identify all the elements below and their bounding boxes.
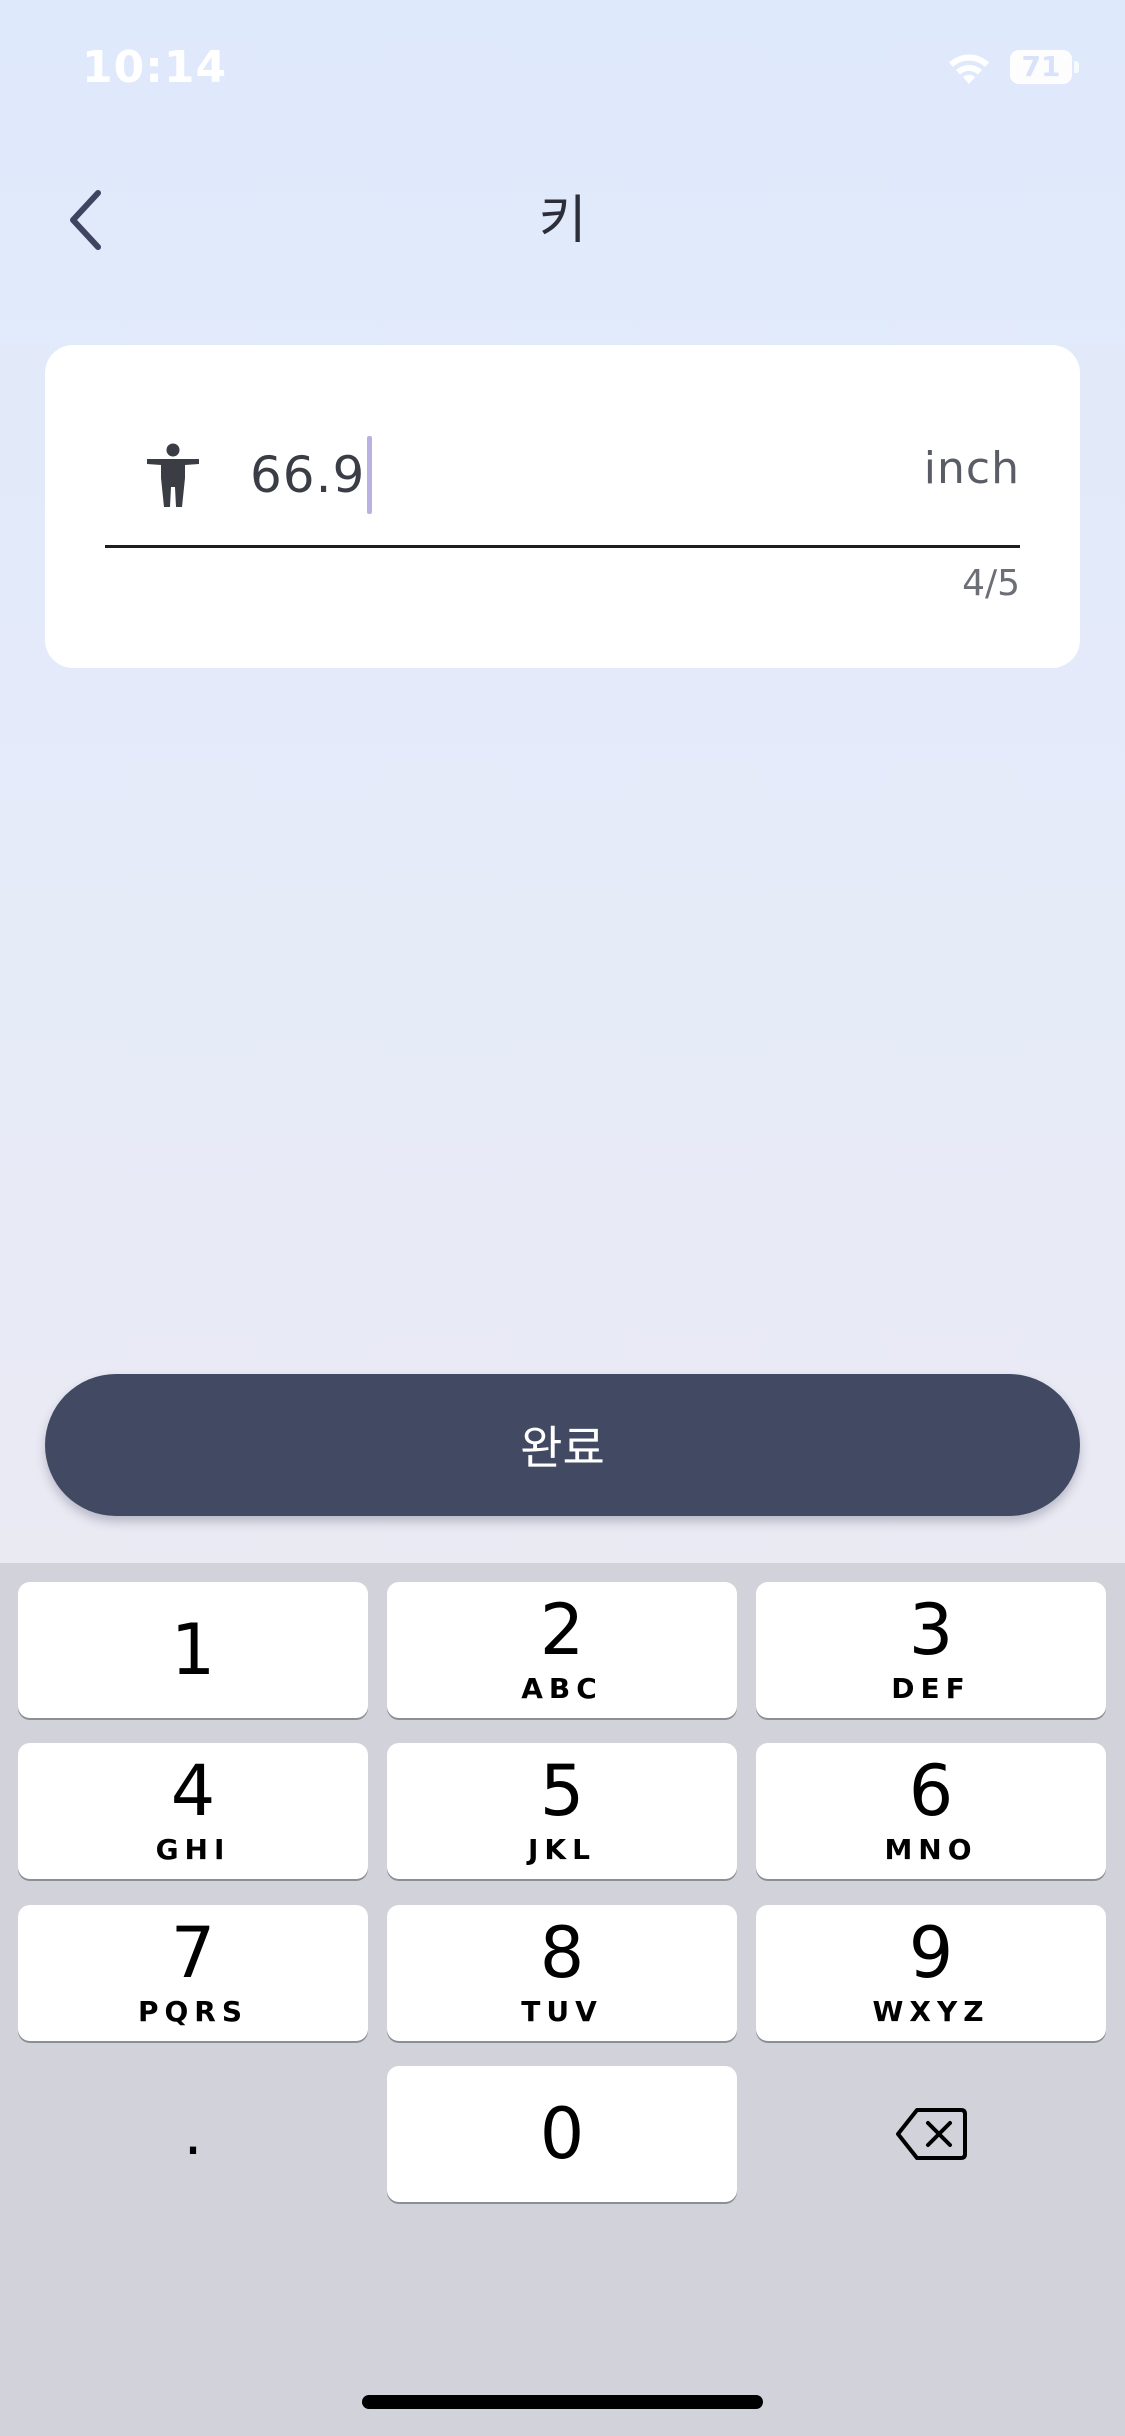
key-digit: 8 <box>539 1912 585 1994</box>
input-underline <box>105 545 1020 548</box>
key-digit: 3 <box>908 1589 954 1671</box>
key-digit: 9 <box>908 1912 954 1994</box>
page-title: 키 <box>538 191 587 251</box>
key-6[interactable]: 6 MNO <box>756 1743 1106 1879</box>
key-8[interactable]: 8 TUV <box>387 1905 737 2041</box>
key-digit: 5 <box>539 1750 585 1832</box>
key-letters: WXYZ <box>872 1995 990 2028</box>
key-letters: MNO <box>884 1833 978 1866</box>
unit-label: inch <box>923 443 1020 494</box>
done-button[interactable]: 완료 <box>45 1374 1080 1516</box>
key-letters: PQRS <box>137 1995 249 2028</box>
key-decimal-point[interactable]: . <box>18 2066 368 2202</box>
key-digit: 6 <box>908 1750 954 1832</box>
nav-bar: 키 <box>0 150 1125 280</box>
key-digit: 4 <box>170 1750 216 1832</box>
height-input[interactable]: 66.9 <box>250 435 810 515</box>
key-9[interactable]: 9 WXYZ <box>756 1905 1106 2041</box>
key-7[interactable]: 7 PQRS <box>18 1905 368 2041</box>
key-5[interactable]: 5 JKL <box>387 1743 737 1879</box>
person-standing-icon <box>147 443 199 507</box>
key-letters: DEF <box>891 1672 971 1705</box>
key-letters: ABC <box>521 1672 603 1705</box>
backspace-icon <box>896 2108 967 2160</box>
battery-level: 71 <box>1021 50 1061 83</box>
backspace-key[interactable] <box>756 2066 1106 2202</box>
key-4[interactable]: 4 GHI <box>18 1743 368 1879</box>
height-input-card: 66.9 inch 4/5 <box>45 345 1080 668</box>
home-indicator <box>362 2395 763 2409</box>
battery-icon: 71 <box>1010 50 1072 84</box>
battery-tip <box>1074 61 1079 73</box>
status-bar: 10:14 71 <box>0 0 1125 140</box>
key-letters: JKL <box>528 1833 596 1866</box>
key-digit: 2 <box>539 1589 585 1671</box>
key-2[interactable]: 2 ABC <box>387 1582 737 1718</box>
key-0[interactable]: 0 <box>387 2066 737 2202</box>
key-1[interactable]: 1 <box>18 1582 368 1718</box>
key-letters: GHI <box>155 1833 231 1866</box>
key-letters: TUV <box>521 1995 603 2028</box>
key-3[interactable]: 3 DEF <box>756 1582 1106 1718</box>
key-digit: 7 <box>170 1912 216 1994</box>
character-counter: 4/5 <box>962 563 1020 604</box>
wifi-icon <box>949 54 989 84</box>
key-digit: 1 <box>170 1609 216 1691</box>
text-caret <box>367 436 373 514</box>
height-value: 66.9 <box>250 446 366 504</box>
status-time: 10:14 <box>82 42 228 93</box>
key-digit: 0 <box>539 2093 585 2175</box>
